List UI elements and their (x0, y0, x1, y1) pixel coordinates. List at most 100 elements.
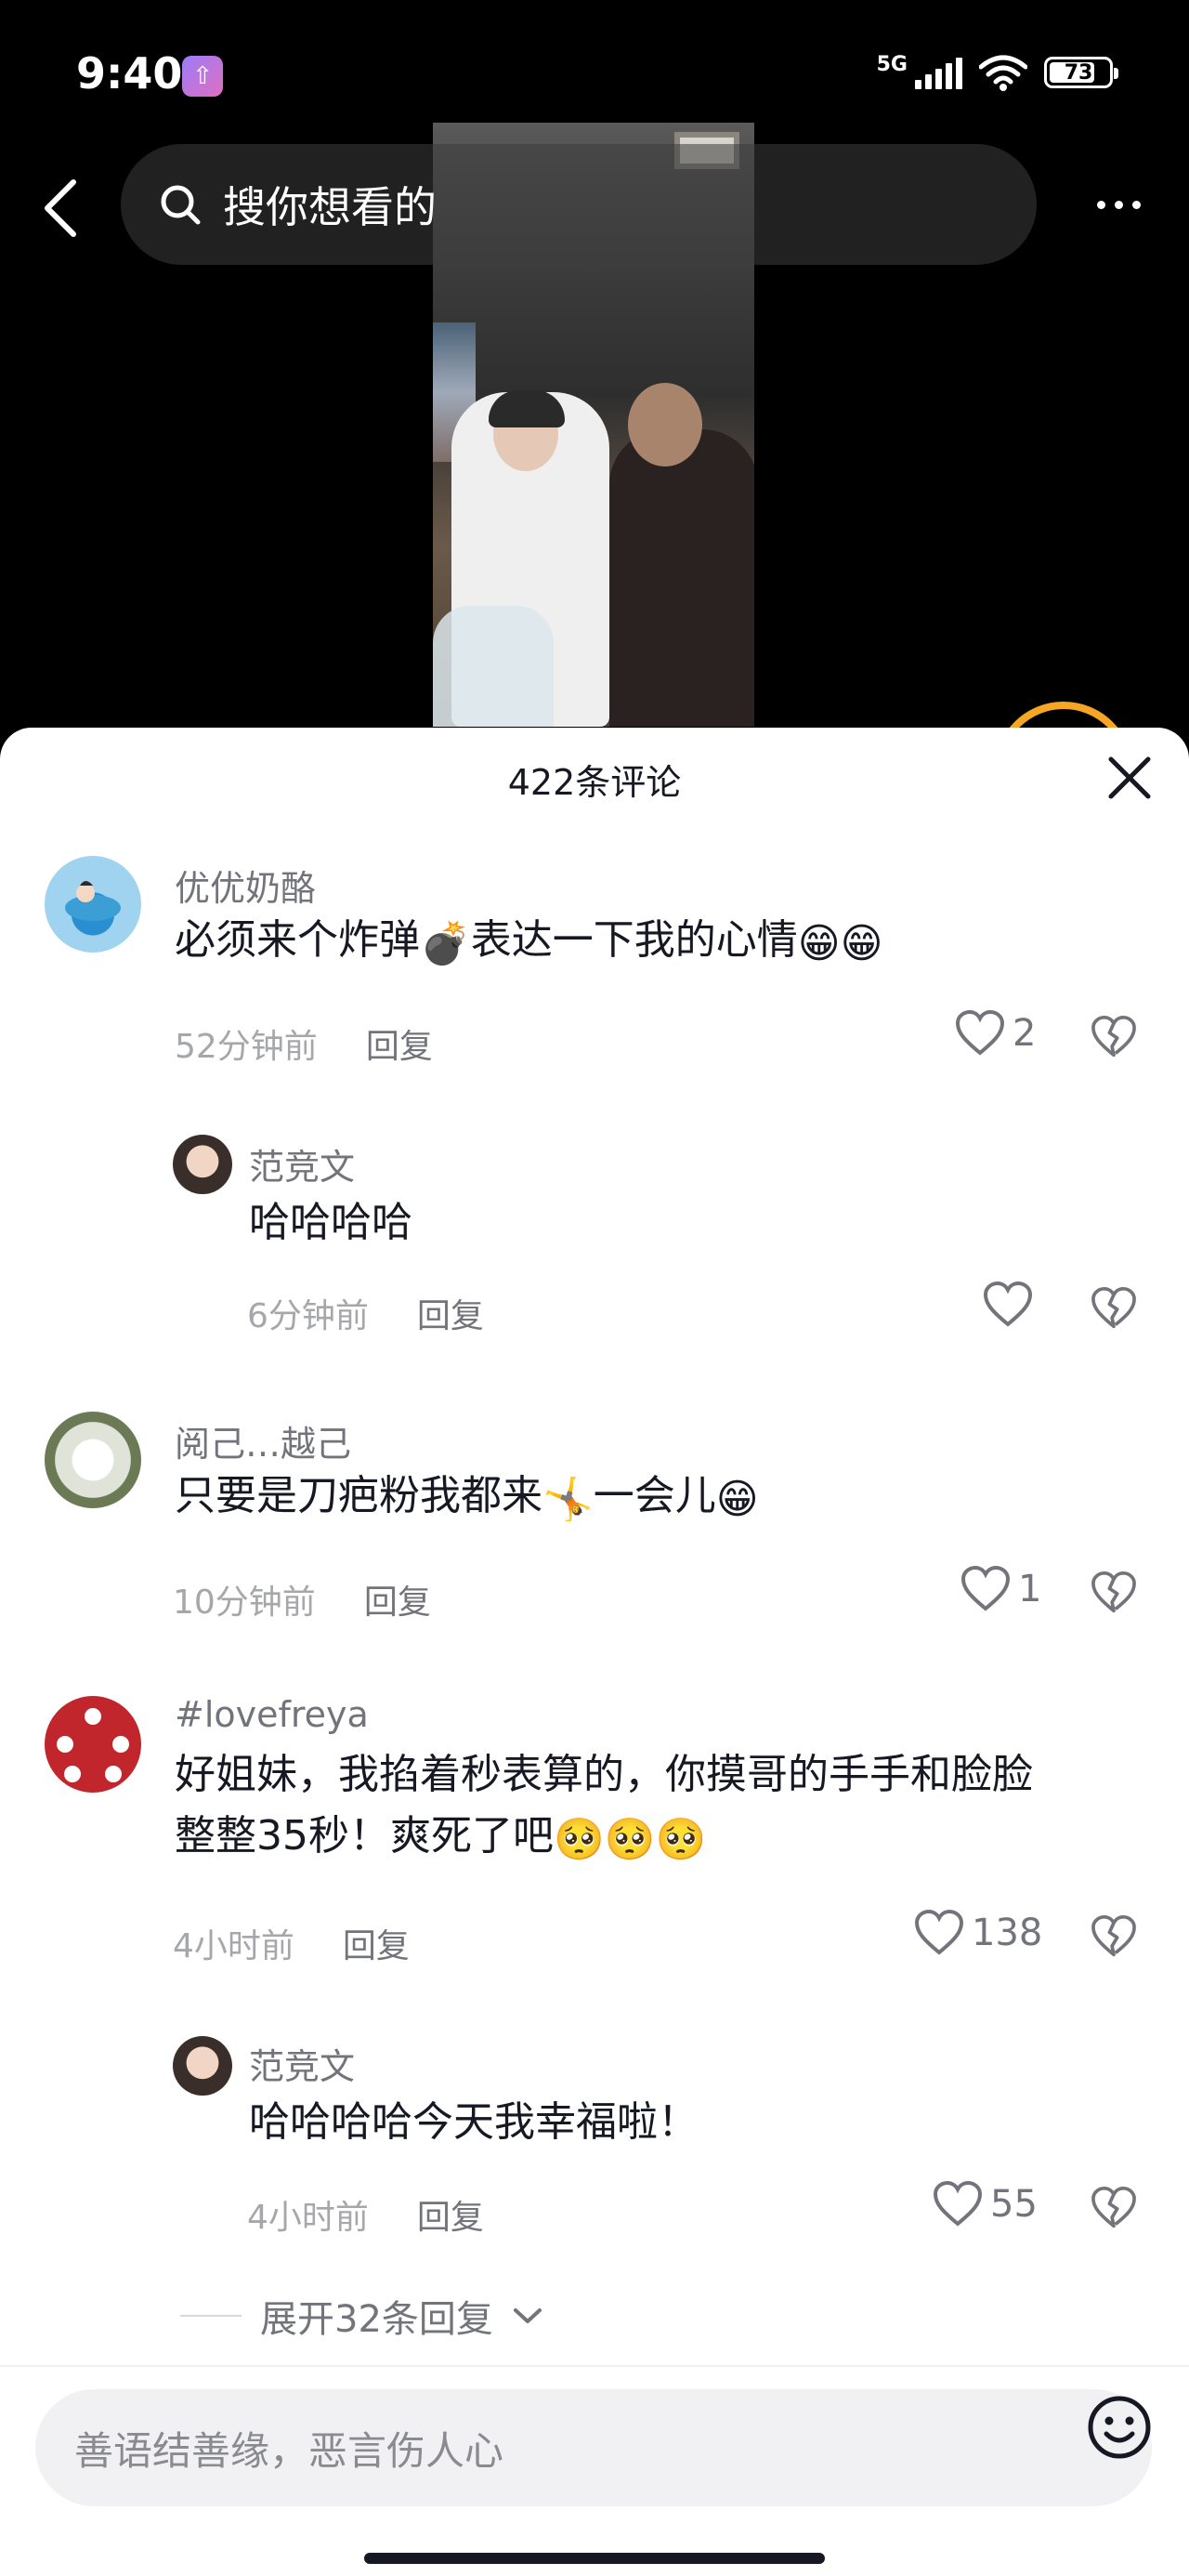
avatar[interactable] (45, 856, 141, 953)
back-arrow-icon (45, 179, 76, 237)
search-placeholder: 搜你想看的 (223, 182, 437, 232)
video-person-right (609, 429, 754, 727)
dislike-button[interactable] (1089, 2183, 1139, 2233)
heart-icon (933, 2181, 983, 2227)
comment-time: 52分钟前 (175, 1028, 318, 1066)
emoji-button[interactable] (1087, 2395, 1152, 2460)
comment-input-bar: 善语结善缘，恶言伤人心 (0, 2365, 1189, 2576)
comments-count-title: 422条评论 (507, 761, 682, 803)
video-plastic-bag (433, 606, 554, 727)
comment-username[interactable]: #lovefreya (175, 1694, 369, 1735)
comment-text-part: 整整35秒！爽死了吧 (175, 1812, 554, 1860)
avatar[interactable] (45, 1696, 141, 1793)
comment-time: 4小时前 (173, 1927, 294, 1965)
heart-icon (914, 1910, 964, 1955)
grin-emoji: 😁😁 (797, 920, 883, 967)
comment-time: 6分钟前 (247, 1297, 369, 1335)
avatar[interactable] (173, 2036, 232, 2096)
chevron-down-icon (513, 2308, 542, 2323)
battery-icon: 73 (1044, 57, 1118, 88)
status-time: 9:40 (76, 48, 183, 99)
like-count: 1 (1018, 1568, 1042, 1610)
like-button[interactable]: 55 (933, 2181, 1038, 2228)
comment-username[interactable]: 优优奶酪 (175, 860, 316, 911)
top-nav-bar: 搜你想看的 (0, 139, 1189, 269)
like-count: 2 (1013, 1012, 1037, 1055)
pleading-emoji: 🥺🥺🥺 (554, 1816, 707, 1863)
more-button[interactable] (1081, 177, 1156, 232)
dislike-button[interactable] (1089, 1912, 1139, 1962)
comment-text-line: 整整35秒！爽死了吧🥺🥺🥺 (175, 1806, 1033, 1867)
like-button[interactable] (983, 1281, 1033, 1328)
comment-username[interactable]: 范竞文 (249, 2038, 355, 2089)
like-count: 55 (990, 2183, 1038, 2226)
expand-replies-label: 展开32条回复 (260, 2298, 493, 2341)
pattern-avatar-icon (57, 1708, 129, 1782)
like-count: 138 (972, 1912, 1043, 1954)
comment-meta: 4小时前 回复 (247, 2190, 484, 2239)
comment-text-part: 必须来个炸弹 (175, 916, 420, 964)
comment-input[interactable]: 善语结善缘，恶言伤人心 (35, 2389, 1152, 2506)
reply-button[interactable]: 回复 (366, 1019, 433, 1068)
comment-text-part: 只要是刀疤粉我都来 (175, 1472, 542, 1519)
comment-meta: 10分钟前 回复 (173, 1575, 431, 1623)
comment-username[interactable]: 阅己…越己 (175, 1415, 351, 1466)
comment-time: 10分钟前 (173, 1584, 316, 1622)
comment-text: 只要是刀疤粉我都来🤸一会儿😁 (175, 1465, 759, 1527)
reply-button[interactable]: 回复 (417, 1289, 484, 1337)
comment-meta: 6分钟前 回复 (247, 1289, 484, 1337)
comment-text-part: 表达一下我的心情 (470, 916, 798, 964)
dislike-button[interactable] (1089, 1568, 1139, 1618)
reply-button[interactable]: 回复 (417, 2190, 484, 2239)
heart-icon (955, 1010, 1005, 1056)
status-bar: 9:40 ⇧ 5G 73 (0, 0, 1189, 139)
close-button[interactable] (1102, 750, 1157, 806)
avatar[interactable] (173, 1135, 232, 1194)
broken-heart-icon (1091, 1571, 1136, 1613)
cartwheel-emoji: 🤸 (542, 1476, 594, 1523)
broken-heart-icon (1091, 1287, 1136, 1329)
smiley-icon (1088, 2396, 1151, 2459)
broken-heart-icon (1091, 2187, 1136, 2228)
reply-button[interactable]: 回复 (343, 1919, 410, 1967)
search-input[interactable]: 搜你想看的 (121, 144, 1037, 265)
heart-icon (960, 1566, 1011, 1611)
avatar[interactable] (45, 1412, 141, 1508)
battery-level: 73 (1064, 60, 1093, 85)
dislike-button[interactable] (1089, 1283, 1139, 1334)
more-icon-dot (1096, 200, 1105, 209)
comment-time: 4小时前 (247, 2199, 369, 2237)
shark-avatar-icon (65, 881, 121, 921)
dislike-button[interactable] (1089, 1012, 1139, 1062)
close-icon (1108, 756, 1151, 799)
home-indicator[interactable] (364, 2553, 825, 2564)
comment-meta: 52分钟前 回复 (175, 1019, 433, 1068)
like-button[interactable]: 138 (914, 1910, 1042, 1956)
comment-text: 必须来个炸弹💣表达一下我的心情😁😁 (175, 910, 883, 971)
broken-heart-icon (1091, 1016, 1136, 1058)
comments-header: 422条评论 (0, 728, 1189, 830)
video-person-right-head (628, 383, 702, 467)
heart-icon (983, 1281, 1033, 1327)
like-button[interactable]: 2 (955, 1010, 1036, 1057)
wifi-icon (979, 55, 1027, 91)
upload-app-icon: ⇧ (182, 56, 223, 97)
comment-username[interactable]: 范竞文 (249, 1138, 355, 1189)
comment-input-placeholder: 善语结善缘，恶言伤人心 (74, 2427, 504, 2474)
comments-sheet: 422条评论 优优奶酪 必须来个炸弹💣表达一下我的心情😁😁 52分钟前 回复 2… (0, 728, 1189, 2576)
comment-text-line: 好姐妹，我掐着秒表算的，你摸哥的手手和脸脸 (175, 1751, 1033, 1798)
comment-text: 哈哈哈哈今天我幸福啦！ (249, 2098, 699, 2146)
comment-text-part: 一会儿 (593, 1472, 716, 1519)
bomb-emoji: 💣 (420, 920, 471, 967)
network-type: 5G (876, 52, 908, 76)
comment-text: 哈哈哈哈 (249, 1199, 412, 1246)
back-button[interactable] (28, 171, 93, 245)
status-indicators: 5G 73 (876, 52, 1118, 91)
expand-replies-button[interactable]: 展开32条回复 (180, 2289, 543, 2343)
expand-divider (180, 2315, 242, 2317)
comment-text: 好姐妹，我掐着秒表算的，你摸哥的手手和脸脸 整整35秒！爽死了吧🥺🥺🥺 (175, 1744, 1033, 1867)
grin-emoji: 😁 (715, 1476, 759, 1523)
like-button[interactable]: 1 (960, 1566, 1041, 1612)
more-icon-dot (1131, 200, 1141, 209)
reply-button[interactable]: 回复 (364, 1575, 431, 1623)
